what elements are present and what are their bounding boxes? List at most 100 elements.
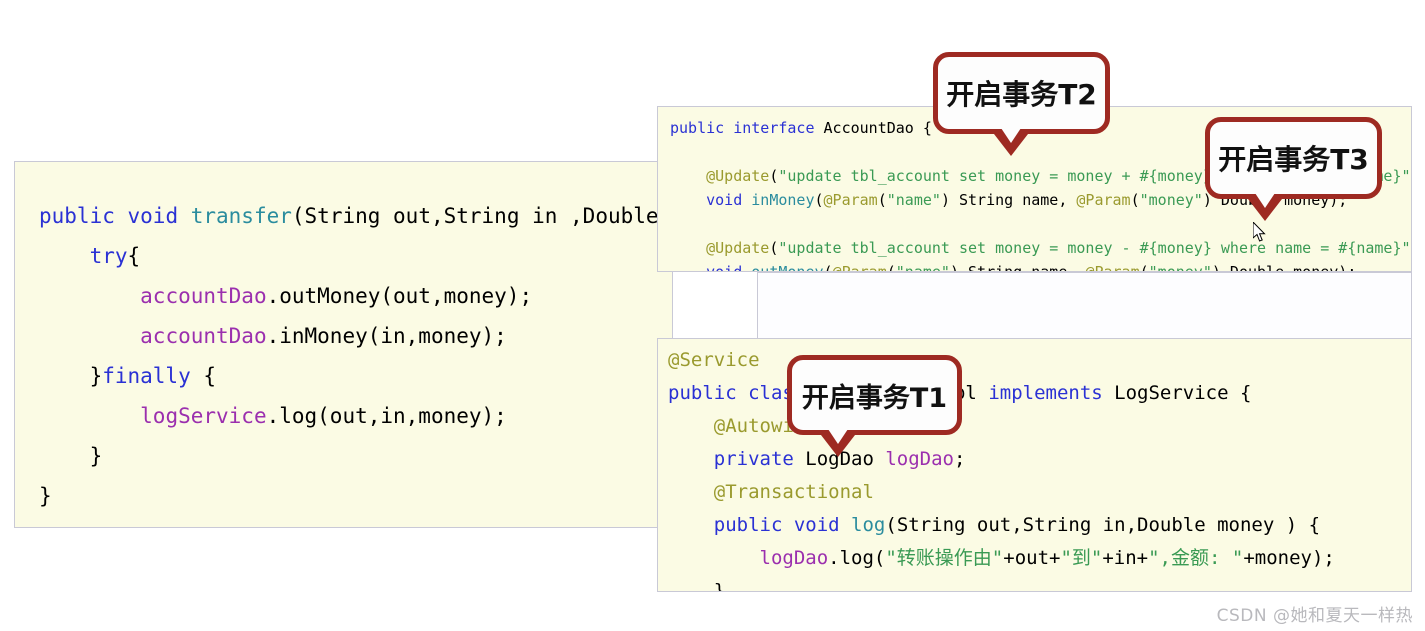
code-line: } — [39, 436, 672, 476]
code-token: "name" — [895, 263, 950, 272]
code-line: } — [39, 476, 672, 516]
code-line: } — [668, 575, 1411, 592]
callout-bubble-t3-label: 开启事务T3 — [1218, 143, 1369, 176]
code-token: AccountDao { — [823, 119, 932, 137]
code-token: "money" — [1148, 263, 1212, 272]
code-line: public void transfer(String out,String i… — [39, 196, 672, 236]
code-token: ",金额: " — [1148, 547, 1244, 569]
code-line — [670, 212, 1411, 236]
code-line: logService.log(out,in,money); — [39, 396, 672, 436]
code-token: @Param — [1085, 263, 1140, 272]
callout-tail-inner-icon — [828, 429, 848, 444]
code-token: LogService { — [1114, 382, 1252, 404]
code-line: accountDao.outMoney(out,money); — [39, 276, 672, 316]
code-token: "update tbl_account set money = money - … — [778, 239, 1411, 257]
code-token: public — [670, 119, 734, 137]
code-token: +money); — [1243, 547, 1335, 569]
code-token: +in+ — [1102, 547, 1149, 569]
code-token: public — [668, 382, 749, 404]
code-token: @Param — [1076, 191, 1131, 209]
code-token: inMoney — [751, 191, 815, 209]
code-line: @Update("update tbl_account set money = … — [670, 236, 1411, 260]
code-token: ) String name, — [949, 263, 1086, 272]
code-token: "转账操作由" — [885, 547, 1004, 569]
callout-bubble-t1-label: 开启事务T1 — [801, 382, 948, 414]
code-token: @Transactional — [713, 481, 874, 503]
code-token: .log( — [828, 547, 886, 569]
code-token: public — [713, 514, 794, 536]
code-token: implements — [988, 382, 1115, 404]
code-token: transfer — [190, 204, 292, 228]
watermark-text: CSDN @她和夏天一样热 — [1216, 606, 1413, 626]
code-line: logDao.log("转账操作由"+out+"到"+in+",金额: "+mo… — [668, 542, 1411, 575]
callout-bubble-t1: 开启事务T1 — [787, 355, 962, 457]
code-token: (String out,String in,Double money ) { — [885, 514, 1321, 536]
code-token: ) — [1411, 239, 1412, 257]
code-token: { — [190, 364, 217, 388]
code-token: void — [706, 191, 752, 209]
callout-bubble-t3: 开启事务T3 — [1205, 117, 1382, 221]
code-token: logService — [140, 404, 267, 428]
code-token: ) String name, — [940, 191, 1077, 209]
code-token: ) — [1411, 167, 1412, 185]
code-token: ( — [814, 191, 824, 209]
code-token: @Update — [706, 239, 770, 257]
code-token: "name" — [886, 191, 941, 209]
code-line: accountDao.inMoney(in,money); — [39, 316, 672, 356]
code-token: private — [713, 448, 806, 470]
mouse-cursor-icon — [1253, 222, 1266, 242]
code-token: ( — [823, 263, 833, 272]
code-panel-transfer[interactable]: public void transfer(String out,String i… — [14, 161, 673, 528]
panel-gap-filler — [757, 272, 1412, 339]
code-token: } — [39, 444, 103, 468]
code-panel-logservice[interactable]: @Service public class LogServiceImpl impl… — [657, 338, 1412, 592]
code-line: try{ — [39, 236, 672, 276]
code-token: ) Double money); — [1211, 263, 1357, 272]
code-token: @Param — [823, 191, 878, 209]
callout-bubble-t2: 开启事务T2 — [933, 52, 1110, 156]
code-token: "到" — [1060, 547, 1103, 569]
code-line: @Service — [668, 344, 1411, 377]
code-token: .log(out,in,money); — [266, 404, 507, 428]
code-token: @Update — [706, 167, 770, 185]
code-token: outMoney — [751, 263, 824, 272]
code-token: accountDao — [140, 324, 267, 348]
callout-tail-inner-icon — [1255, 193, 1275, 208]
code-token: +out+ — [1003, 547, 1061, 569]
code-token: .outMoney(out,money); — [266, 284, 533, 308]
code-token: logDao — [759, 547, 829, 569]
code-token: logDao — [885, 448, 954, 470]
code-token: { — [127, 244, 141, 268]
code-line: public class LogServiceImpl implements L… — [668, 377, 1411, 410]
code-token: finally — [102, 364, 191, 388]
code-line: @Transactional — [668, 476, 1411, 509]
code-token: } — [39, 484, 52, 508]
callout-bubble-t2-label: 开启事务T2 — [946, 78, 1097, 111]
code-token: void — [793, 514, 852, 536]
code-token: ( — [886, 263, 896, 272]
code-token: ( — [1139, 263, 1149, 272]
code-token: accountDao — [140, 284, 267, 308]
code-line: @Autowired — [668, 410, 1411, 443]
code-token: (String out,String in ,Double money){ — [291, 204, 672, 228]
code-token: log — [851, 514, 886, 536]
code-token: @Service — [668, 349, 760, 371]
code-token: interface — [733, 119, 824, 137]
code-token: ( — [1130, 191, 1140, 209]
code-token: } — [668, 580, 726, 592]
code-line: }finally { — [39, 356, 672, 396]
code-token: ( — [877, 191, 887, 209]
code-line: void outMoney(@Param("name") String name… — [670, 260, 1411, 272]
